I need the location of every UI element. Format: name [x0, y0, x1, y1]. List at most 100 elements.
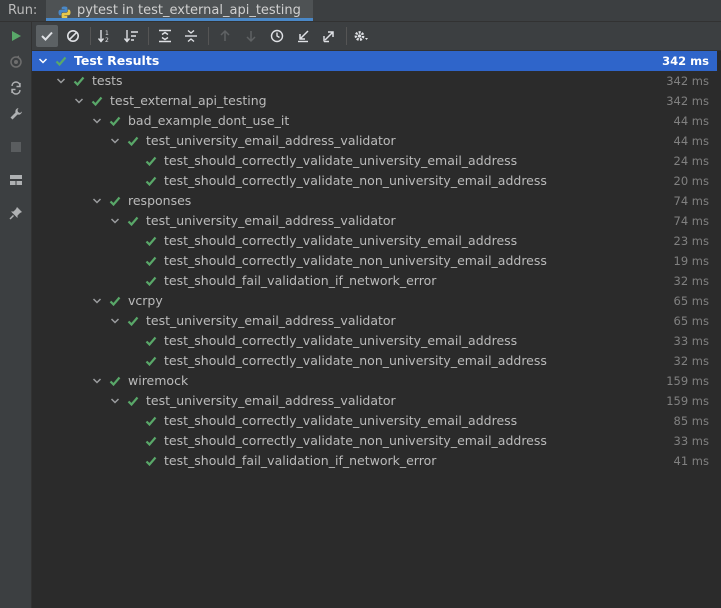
test-case-row[interactable]: test_should_correctly_validate_non_unive…: [32, 431, 717, 451]
chevron-down-icon[interactable]: [91, 195, 103, 207]
sort-duration-icon[interactable]: [120, 25, 142, 47]
test-name: test_should_correctly_validate_universit…: [164, 333, 518, 348]
tree-node-row[interactable]: tests 342 ms: [32, 71, 717, 91]
python-icon: [58, 4, 71, 19]
chevron-down-icon[interactable]: [73, 95, 85, 107]
passed-check-icon: [127, 216, 139, 227]
test-duration: 74 ms: [673, 214, 709, 228]
passed-check-icon: [109, 116, 121, 127]
tree-node-row[interactable]: responses 74 ms: [32, 191, 717, 211]
test-name: test_should_fail_validation_if_network_e…: [164, 453, 437, 468]
passed-check-icon: [145, 356, 157, 367]
pin-icon[interactable]: [6, 203, 26, 223]
toolbar-separator: [346, 27, 347, 45]
chevron-down-icon[interactable]: [91, 375, 103, 387]
test-case-row[interactable]: test_should_correctly_validate_non_unive…: [32, 251, 717, 271]
expand-all-icon[interactable]: [154, 25, 176, 47]
test-duration: 65 ms: [673, 314, 709, 328]
wrench-icon[interactable]: [6, 104, 26, 124]
test-case-row[interactable]: test_should_fail_validation_if_network_e…: [32, 451, 717, 471]
chevron-down-icon[interactable]: [37, 55, 49, 67]
test-duration: 19 ms: [673, 254, 709, 268]
chevron-down-icon[interactable]: [109, 395, 121, 407]
tree-node-row[interactable]: bad_example_dont_use_it 44 ms: [32, 111, 717, 131]
passed-check-icon: [109, 296, 121, 307]
passed-check-icon: [127, 136, 139, 147]
run-label: Run:: [8, 3, 38, 18]
chevron-down-icon[interactable]: [55, 75, 67, 87]
test-runner-window: Run: pytest in test_external_api_testing: [0, 0, 721, 608]
tree-node-row[interactable]: test_university_email_address_validator 4…: [32, 131, 717, 151]
show-ignored-icon[interactable]: [62, 25, 84, 47]
import-icon[interactable]: [292, 25, 314, 47]
test-case-row[interactable]: test_should_fail_validation_if_network_e…: [32, 271, 717, 291]
test-name: responses: [128, 193, 192, 208]
test-case-row[interactable]: test_should_correctly_validate_universit…: [32, 231, 717, 251]
test-duration: 159 ms: [666, 394, 709, 408]
tree-root-row[interactable]: Test Results 342 ms: [32, 51, 717, 71]
test-duration: 342 ms: [666, 74, 709, 88]
passed-check-icon: [145, 416, 157, 427]
run-config-tab[interactable]: pytest in test_external_api_testing: [46, 0, 313, 21]
toggle-auto-test-icon[interactable]: [6, 78, 26, 98]
history-icon[interactable]: [266, 25, 288, 47]
test-duration: 159 ms: [666, 374, 709, 388]
test-case-row[interactable]: test_should_correctly_validate_universit…: [32, 151, 717, 171]
tree-node-row[interactable]: test_university_email_address_validator 7…: [32, 211, 717, 231]
chevron-down-icon[interactable]: [91, 115, 103, 127]
test-name: tests: [92, 73, 123, 88]
passed-check-icon: [145, 276, 157, 287]
test-name: vcrpy: [128, 293, 163, 308]
test-name: bad_example_dont_use_it: [128, 113, 290, 128]
test-name: test_external_api_testing: [110, 93, 267, 108]
test-duration: 32 ms: [673, 354, 709, 368]
prev-failed-icon[interactable]: [214, 25, 236, 47]
test-duration: 44 ms: [673, 134, 709, 148]
test-duration: 20 ms: [673, 174, 709, 188]
test-name: test_should_correctly_validate_universit…: [164, 413, 518, 428]
tree-node-row[interactable]: wiremock 159 ms: [32, 371, 717, 391]
test-duration: 23 ms: [673, 234, 709, 248]
test-name: test_university_email_address_validator: [146, 213, 396, 228]
test-case-row[interactable]: test_should_correctly_validate_universit…: [32, 331, 717, 351]
test-results-tree[interactable]: Test Results 342 ms tests 342 ms test_extern…: [32, 51, 721, 608]
collapse-all-icon[interactable]: [180, 25, 202, 47]
passed-check-icon: [109, 196, 121, 207]
test-name: test_should_correctly_validate_universit…: [164, 233, 518, 248]
test-results-toolbar: 12: [32, 22, 721, 51]
test-name: test_should_correctly_validate_non_unive…: [164, 433, 547, 448]
toolbar-separator: [208, 27, 209, 45]
chevron-down-icon[interactable]: [109, 135, 121, 147]
passed-check-icon: [127, 396, 139, 407]
test-name: test_should_correctly_validate_universit…: [164, 153, 518, 168]
test-name: wiremock: [128, 373, 189, 388]
test-duration: 44 ms: [673, 114, 709, 128]
tree-node-row[interactable]: vcrpy 65 ms: [32, 291, 717, 311]
chevron-down-icon[interactable]: [91, 295, 103, 307]
export-icon[interactable]: [318, 25, 340, 47]
tree-node-row[interactable]: test_university_email_address_validator 1…: [32, 391, 717, 411]
test-name: Test Results: [74, 53, 160, 68]
run-config-tab-label: pytest in test_external_api_testing: [77, 3, 301, 18]
tree-node-row[interactable]: test_external_api_testing 342 ms: [32, 91, 717, 111]
tree-node-row[interactable]: test_university_email_address_validator 6…: [32, 311, 717, 331]
show-passed-icon[interactable]: [36, 25, 58, 47]
settings-icon[interactable]: [350, 25, 372, 47]
chevron-down-icon[interactable]: [109, 215, 121, 227]
stop-icon[interactable]: [6, 137, 26, 157]
test-case-row[interactable]: test_should_correctly_validate_universit…: [32, 411, 717, 431]
svg-text:1: 1: [105, 30, 109, 37]
rerun-failed-icon[interactable]: [6, 52, 26, 72]
run-icon[interactable]: [6, 26, 26, 46]
test-name: test_should_fail_validation_if_network_e…: [164, 273, 437, 288]
run-side-toolbar: [0, 22, 32, 608]
chevron-down-icon[interactable]: [109, 315, 121, 327]
next-failed-icon[interactable]: [240, 25, 262, 47]
passed-check-icon: [145, 336, 157, 347]
svg-text:2: 2: [105, 37, 109, 43]
test-duration: 85 ms: [673, 414, 709, 428]
layout-icon[interactable]: [6, 170, 26, 190]
test-case-row[interactable]: test_should_correctly_validate_non_unive…: [32, 351, 717, 371]
sort-alpha-icon[interactable]: 12: [94, 25, 116, 47]
test-case-row[interactable]: test_should_correctly_validate_non_unive…: [32, 171, 717, 191]
